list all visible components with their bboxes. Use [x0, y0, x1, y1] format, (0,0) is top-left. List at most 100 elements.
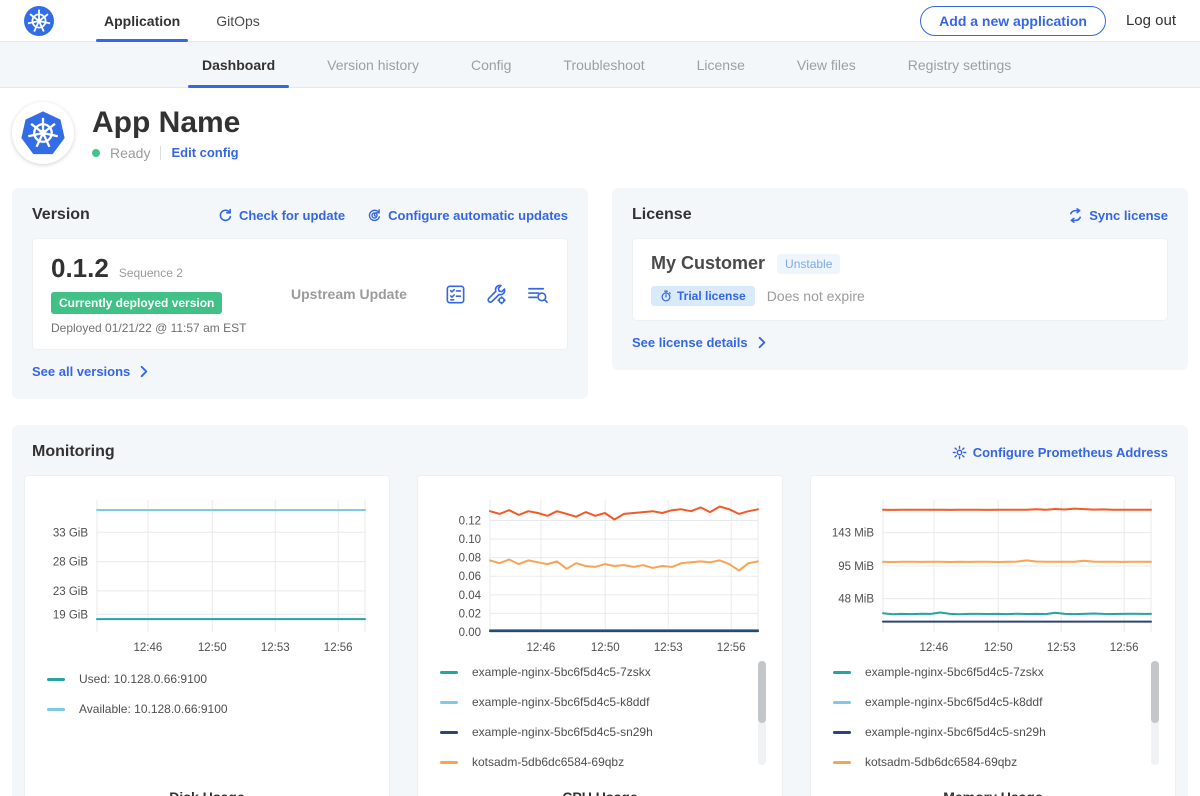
legend-item: example-nginx-5bc6f5d4c5-k8ddf	[833, 695, 1159, 709]
license-expiry: Does not expire	[767, 288, 865, 304]
legend-item: kotsadm-5db6dc6584-69qbz	[833, 755, 1159, 769]
tab-troubleshoot[interactable]: Troubleshoot	[537, 42, 670, 87]
legend-color-dash	[440, 671, 458, 674]
svg-text:0.04: 0.04	[459, 590, 482, 602]
tab-registry-settings[interactable]: Registry settings	[882, 42, 1037, 87]
check-for-update-link[interactable]: Check for update	[218, 208, 345, 223]
refresh-icon	[218, 208, 233, 223]
legend-label: example-nginx-5bc6f5d4c5-k8ddf	[472, 695, 649, 709]
chart-legend: example-nginx-5bc6f5d4c5-7zskx example-ng…	[434, 665, 766, 785]
svg-text:0.06: 0.06	[459, 571, 481, 583]
topnav-right: Add a new application Log out	[920, 0, 1176, 41]
trial-license-badge: Trial license	[651, 286, 755, 306]
line-chart: 143 MiB95 MiB48 MiB12:4612:5012:5312:56	[827, 490, 1159, 651]
line-chart: 0.120.100.080.060.040.020.0012:4612:5012…	[434, 490, 766, 651]
sync-license-link[interactable]: Sync license	[1068, 208, 1168, 223]
legend-color-dash	[440, 761, 458, 764]
svg-text:12:50: 12:50	[198, 642, 227, 654]
status-text: Ready	[110, 145, 150, 161]
tab-config[interactable]: Config	[445, 42, 537, 87]
chart-legend: example-nginx-5bc6f5d4c5-7zskx example-ng…	[827, 665, 1159, 785]
svg-text:12:53: 12:53	[261, 642, 290, 654]
legend-scrollbar-thumb[interactable]	[1151, 661, 1159, 723]
tab-license[interactable]: License	[671, 42, 771, 87]
deployed-timestamp: Deployed 01/21/22 @ 11:57 am EST	[51, 321, 291, 335]
svg-text:12:46: 12:46	[527, 642, 556, 651]
svg-text:12:53: 12:53	[654, 642, 683, 651]
svg-text:12:50: 12:50	[591, 642, 620, 651]
legend-label: example-nginx-5bc6f5d4c5-sn29h	[472, 725, 653, 739]
chevron-right-icon	[754, 335, 769, 350]
svg-text:95 MiB: 95 MiB	[838, 561, 874, 573]
monitoring-panel: Monitoring Configure Prometheus Address …	[12, 425, 1188, 796]
see-license-details-link[interactable]: See license details	[632, 335, 769, 350]
app-icon	[12, 102, 74, 164]
legend-scrollbar-track[interactable]	[1151, 661, 1159, 765]
legend-color-dash	[47, 678, 65, 681]
monitoring-heading: Monitoring	[32, 443, 115, 461]
app-header: App Name Ready Edit config	[0, 88, 1200, 180]
legend-item: example-nginx-5bc6f5d4c5-k8ddf	[440, 695, 766, 709]
divider	[160, 146, 161, 160]
disk-usage-chart-card: 33 GiB28 GiB23 GiB19 GiB12:4612:5012:531…	[24, 475, 390, 796]
customer-name: My Customer	[651, 253, 765, 274]
sub-nav: DashboardVersion historyConfigTroublesho…	[0, 42, 1200, 88]
svg-text:48 MiB: 48 MiB	[838, 594, 874, 606]
configure-automatic-updates-link[interactable]: Configure automatic updates	[367, 208, 568, 223]
tab-view-files[interactable]: View files	[771, 42, 882, 87]
tab-dashboard[interactable]: Dashboard	[176, 42, 301, 87]
kubernetes-logo-icon	[24, 0, 54, 41]
legend-label: example-nginx-5bc6f5d4c5-7zskx	[472, 665, 651, 679]
legend-label: example-nginx-5bc6f5d4c5-k8ddf	[865, 695, 1042, 709]
logout-link[interactable]: Log out	[1126, 12, 1176, 29]
legend-item: Available: 10.128.0.66:9100	[47, 702, 373, 716]
legend-color-dash	[47, 708, 65, 711]
legend-label: Used: 10.128.0.66:9100	[79, 672, 207, 686]
legend-item: example-nginx-5bc6f5d4c5-7zskx	[833, 665, 1159, 679]
tab-version-history[interactable]: Version history	[301, 42, 445, 87]
version-card: Version Check for update Configure autom…	[12, 188, 588, 399]
configure-prometheus-link[interactable]: Configure Prometheus Address	[952, 445, 1168, 460]
version-heading: Version	[32, 206, 90, 224]
scheduled-update-icon	[367, 208, 382, 223]
version-sequence: Sequence 2	[119, 266, 183, 280]
topnav-tabs: ApplicationGitOps	[86, 0, 278, 41]
edit-config-link[interactable]: Edit config	[171, 145, 238, 160]
svg-text:19 GiB: 19 GiB	[53, 609, 88, 621]
preflight-checks-icon[interactable]	[444, 283, 467, 306]
cpu-usage-chart-card: 0.120.100.080.060.040.020.0012:4612:5012…	[417, 475, 783, 796]
svg-text:0.00: 0.00	[459, 627, 481, 639]
chevron-right-icon	[136, 364, 151, 379]
version-source: Upstream Update	[291, 286, 444, 302]
svg-text:12:56: 12:56	[324, 642, 353, 654]
tab-gitops[interactable]: GitOps	[198, 0, 278, 41]
config-wrench-icon[interactable]	[485, 283, 508, 306]
legend-label: Available: 10.128.0.66:9100	[79, 702, 228, 716]
svg-text:12:53: 12:53	[1047, 642, 1076, 651]
svg-text:12:46: 12:46	[134, 642, 163, 654]
legend-color-dash	[440, 701, 458, 704]
svg-text:23 GiB: 23 GiB	[53, 586, 88, 598]
chart-title: Disk Usage	[41, 785, 373, 796]
legend-scrollbar-track[interactable]	[758, 661, 766, 765]
tab-application[interactable]: Application	[86, 0, 198, 41]
legend-color-dash	[833, 671, 851, 674]
see-all-versions-link[interactable]: See all versions	[32, 364, 151, 379]
add-application-button[interactable]: Add a new application	[920, 6, 1106, 36]
legend-color-dash	[833, 761, 851, 764]
channel-badge: Unstable	[777, 254, 840, 274]
top-nav: ApplicationGitOps Add a new application …	[0, 0, 1200, 42]
legend-scrollbar-thumb[interactable]	[758, 661, 766, 723]
deployed-badge: Currently deployed version	[51, 292, 222, 314]
view-logs-icon[interactable]	[526, 283, 549, 306]
legend-label: example-nginx-5bc6f5d4c5-7zskx	[865, 665, 1044, 679]
version-number: 0.1.2	[51, 253, 109, 284]
license-card: License Sync license My Customer Unstabl…	[612, 188, 1188, 370]
svg-text:12:56: 12:56	[717, 642, 746, 651]
legend-item: Used: 10.128.0.66:9100	[47, 672, 373, 686]
license-box: My Customer Unstable Trial license Does …	[632, 238, 1168, 321]
legend-label: kotsadm-5db6dc6584-69qbz	[865, 755, 1017, 769]
main-content: Version Check for update Configure autom…	[0, 180, 1200, 796]
svg-text:0.02: 0.02	[459, 608, 481, 620]
line-chart: 33 GiB28 GiB23 GiB19 GiB12:4612:5012:531…	[41, 490, 373, 658]
